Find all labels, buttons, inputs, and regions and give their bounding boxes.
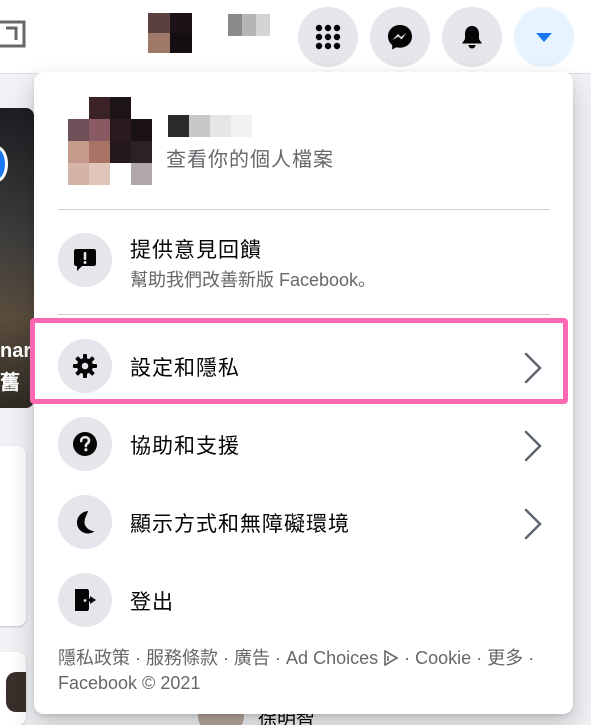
menu-grid-button[interactable]	[298, 7, 358, 67]
watch-icon[interactable]	[0, 18, 26, 50]
give-feedback-label: 提供意見回饋	[130, 239, 262, 262]
background-feed-card	[0, 446, 26, 626]
moon-icon	[77, 511, 95, 534]
notifications-button[interactable]	[442, 7, 502, 67]
logout-icon	[75, 589, 96, 611]
gear-icon	[73, 354, 97, 378]
chevron-right-icon	[524, 508, 542, 540]
settings-privacy-label: 設定和隱私	[130, 357, 240, 380]
footer-links: 隱私政策 · 服務條款 · 廣告 · Ad Choices · Cookie ·…	[58, 646, 558, 696]
top-navigation-bar	[0, 0, 591, 74]
profile-link[interactable]: 查看你的個人檔案	[58, 95, 550, 191]
story-text-2: 舊	[0, 372, 20, 394]
chevron-right-icon	[524, 352, 542, 384]
account-dropdown-icon	[536, 33, 552, 42]
separator-dot: ·	[275, 648, 287, 668]
nav-profile-avatar[interactable]	[148, 13, 192, 53]
question-icon	[73, 432, 97, 456]
copyright-text: Facebook © 2021	[58, 673, 201, 693]
settings-privacy-item[interactable]: 設定和隱私	[34, 328, 573, 408]
separator-dot: ·	[223, 648, 235, 668]
display-accessibility-label: 顯示方式和無障礙環境	[130, 513, 350, 536]
help-icon-circle	[58, 417, 112, 471]
background-avatar	[6, 672, 26, 712]
chevron-right-icon	[524, 430, 542, 462]
separator-dot: ·	[404, 648, 416, 668]
divider	[58, 209, 550, 210]
ads-link[interactable]: 廣告	[234, 648, 270, 668]
display-icon-circle	[58, 495, 112, 549]
logout-icon-circle	[58, 573, 112, 627]
help-support-label: 協助和支援	[130, 435, 240, 458]
display-accessibility-item[interactable]: 顯示方式和無障礙環境	[34, 484, 573, 564]
give-feedback-item[interactable]: 提供意見回饋 幫助我們改善新版 Facebook。	[34, 222, 573, 302]
terms-link[interactable]: 服務條款	[146, 648, 218, 668]
divider	[58, 314, 550, 315]
privacy-policy-link[interactable]: 隱私政策	[58, 648, 130, 668]
account-dropdown-menu: 查看你的個人檔案 提供意見回饋 幫助我們改善新版 Facebook。 設定和隱私…	[30, 72, 573, 714]
profile-avatar	[68, 97, 152, 185]
view-profile-text: 查看你的個人檔案	[166, 149, 334, 171]
messenger-button[interactable]	[370, 7, 430, 67]
menu-grid-icon	[315, 24, 341, 50]
nav-profile-name[interactable]	[228, 14, 272, 36]
separator-dot: ·	[476, 648, 488, 668]
feedback-icon-circle	[58, 233, 112, 287]
ad-choices-text: Ad Choices	[286, 648, 379, 668]
logout-item[interactable]: 登出	[34, 562, 573, 642]
story-text: nar	[0, 340, 32, 362]
ad-choices-icon	[384, 649, 399, 667]
feedback-exclamation-icon	[74, 249, 96, 271]
ad-choices-link[interactable]: Ad Choices	[286, 648, 399, 668]
profile-name	[168, 115, 252, 137]
messenger-icon	[388, 25, 412, 50]
story-ring	[0, 146, 8, 182]
help-support-item[interactable]: 協助和支援	[34, 406, 573, 486]
separator-dot: ·	[528, 648, 535, 668]
background-story-card: nar 舊	[0, 108, 34, 408]
notifications-bell-icon	[462, 26, 482, 49]
give-feedback-sublabel: 幫助我們改善新版 Facebook。	[130, 270, 377, 290]
settings-icon-circle	[58, 339, 112, 393]
cookie-link[interactable]: Cookie	[415, 648, 471, 668]
account-dropdown-button[interactable]	[514, 7, 574, 67]
logout-label: 登出	[130, 591, 174, 614]
separator-dot: ·	[135, 648, 147, 668]
more-link[interactable]: 更多	[487, 648, 523, 668]
